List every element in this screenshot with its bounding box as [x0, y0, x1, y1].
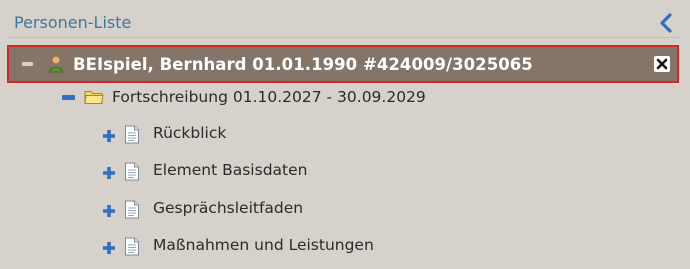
expand-plus-icon[interactable] — [102, 128, 116, 142]
tree-item-element-basisdaten[interactable]: Element Basisdaten — [101, 159, 351, 185]
tree-item-label: Gesprächsleitfaden — [153, 199, 304, 217]
chevron-left-icon[interactable] — [655, 11, 679, 35]
tree-item-label: Element Basisdaten — [153, 161, 308, 179]
panel-title: Personen-Liste — [14, 13, 132, 32]
document-icon — [124, 162, 140, 181]
tree-node-fortschreibung[interactable]: Fortschreibung 01.10.2027 - 30.09.2029 — [60, 86, 480, 112]
tree-item-label: Rückblick — [153, 124, 227, 142]
header-divider — [8, 37, 680, 38]
tree-item-massnahmen-und-leistungen[interactable]: Maßnahmen und Leistungen — [101, 234, 421, 260]
close-icon[interactable] — [654, 56, 670, 72]
expand-plus-icon[interactable] — [102, 165, 116, 179]
collapse-minus-icon[interactable] — [22, 62, 33, 66]
person-icon — [48, 55, 64, 73]
person-node-selected[interactable]: BEIspiel, Bernhard 01.01.1990 #424009/30… — [7, 45, 679, 83]
tree-item-label: Maßnahmen und Leistungen — [153, 236, 374, 254]
collapse-minus-icon[interactable] — [62, 95, 75, 100]
expand-plus-icon[interactable] — [102, 240, 116, 254]
tree-item-gespraechsleitfaden[interactable]: Gesprächsleitfaden — [101, 197, 351, 223]
document-icon — [124, 200, 140, 219]
expand-plus-icon[interactable] — [102, 203, 116, 217]
personen-liste-panel: Personen-Liste BEIspiel, Bernhard 01.01.… — [0, 0, 690, 269]
folder-icon — [84, 88, 104, 105]
panel-header: Personen-Liste — [0, 0, 690, 38]
tree-node-label: Fortschreibung 01.10.2027 - 30.09.2029 — [112, 88, 426, 106]
document-icon — [124, 237, 140, 256]
tree-item-rueckblick[interactable]: Rückblick — [101, 122, 301, 148]
person-label: BEIspiel, Bernhard 01.01.1990 #424009/30… — [73, 55, 533, 74]
document-icon — [124, 125, 140, 144]
